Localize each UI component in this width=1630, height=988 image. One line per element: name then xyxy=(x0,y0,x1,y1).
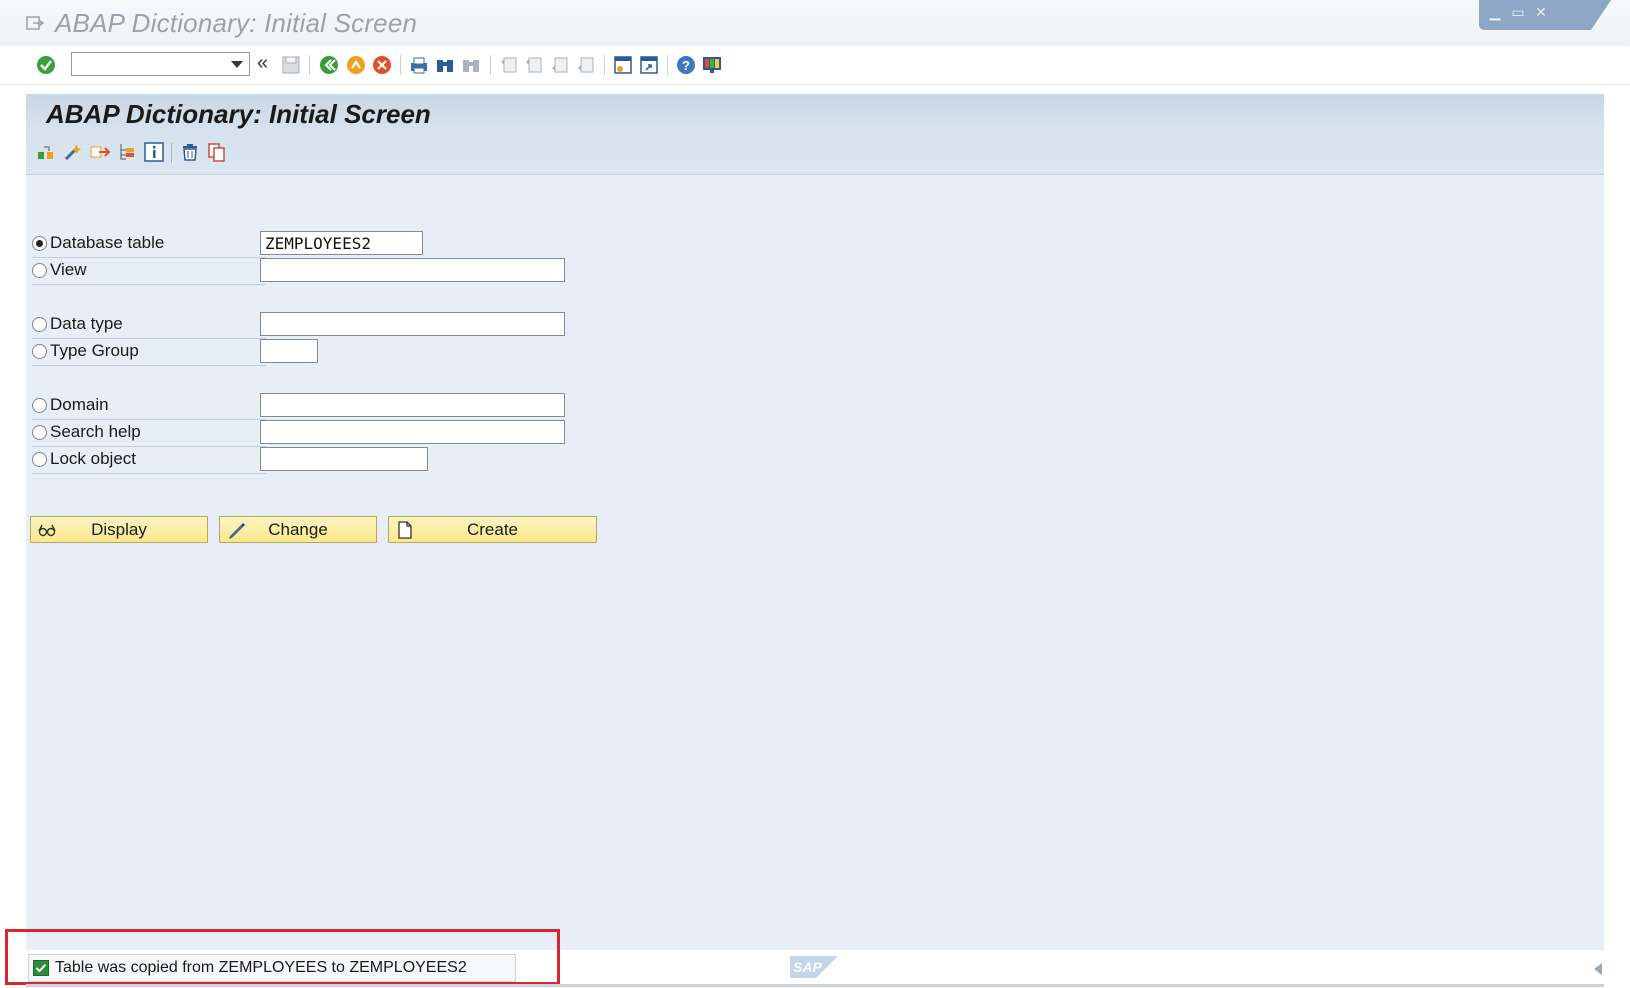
menu-icon[interactable] xyxy=(26,14,44,32)
create-button-label: Create xyxy=(466,520,519,539)
label-search-help: Search help xyxy=(50,422,141,441)
cancel-icon[interactable] xyxy=(371,54,393,76)
change-button[interactable]: Change xyxy=(219,516,377,543)
type-group-input[interactable] xyxy=(260,339,318,363)
display-button[interactable]: Display xyxy=(30,516,208,543)
create-session-icon[interactable] xyxy=(612,54,634,76)
radio-row-domain[interactable]: Domain xyxy=(32,392,266,420)
find-icon[interactable] xyxy=(434,54,456,76)
delete-icon[interactable] xyxy=(179,141,201,163)
highlight-annotation xyxy=(5,929,560,985)
change-button-label: Change xyxy=(268,520,328,539)
toolbar-separator xyxy=(400,55,401,75)
toolbar-separator xyxy=(604,55,605,75)
radio-lock-object[interactable] xyxy=(32,452,47,467)
information-icon[interactable] xyxy=(143,141,165,163)
minimize-icon[interactable]: ▁ xyxy=(1485,3,1505,21)
last-page-icon[interactable] xyxy=(575,54,597,76)
label-view: View xyxy=(50,260,87,279)
shortcut-icon[interactable] xyxy=(638,54,660,76)
history-collapse-icon[interactable]: « xyxy=(257,52,268,75)
radio-row-database-table[interactable]: Database table xyxy=(32,230,266,258)
standard-toolbar: « ? xyxy=(0,46,1630,85)
first-page-icon[interactable] xyxy=(498,54,520,76)
exit-icon[interactable] xyxy=(345,54,367,76)
radio-data-type[interactable] xyxy=(32,317,47,332)
radio-domain[interactable] xyxy=(32,398,47,413)
radio-database-table[interactable] xyxy=(32,236,47,251)
where-used-icon[interactable] xyxy=(116,141,138,163)
lock-object-input[interactable] xyxy=(260,447,428,471)
radio-row-search-help[interactable]: Search help xyxy=(32,419,266,447)
radio-row-type-group[interactable]: Type Group xyxy=(32,338,266,366)
next-page-icon[interactable] xyxy=(549,54,571,76)
label-data-type: Data type xyxy=(50,314,123,333)
create-button[interactable]: Create xyxy=(388,516,597,543)
maximize-icon[interactable]: ▭ xyxy=(1508,3,1528,21)
find-next-icon[interactable] xyxy=(460,54,482,76)
page-title: ABAP Dictionary: Initial Screen xyxy=(46,99,431,129)
enter-icon[interactable] xyxy=(35,54,57,76)
window-controls: ▁ ▭ ✕ xyxy=(1479,0,1629,30)
bottom-border xyxy=(26,984,1604,987)
toolbar-separator xyxy=(490,55,491,75)
check-icon[interactable] xyxy=(62,141,84,163)
domain-input[interactable] xyxy=(260,393,565,417)
search-help-input[interactable] xyxy=(260,420,565,444)
radio-row-data-type[interactable]: Data type xyxy=(32,311,266,339)
radio-row-view[interactable]: View xyxy=(32,257,266,285)
label-database-table: Database table xyxy=(50,233,165,252)
window-title: ABAP Dictionary: Initial Screen xyxy=(55,8,418,38)
command-field[interactable] xyxy=(71,52,250,76)
view-input[interactable] xyxy=(260,258,565,282)
radio-search-help[interactable] xyxy=(32,425,47,440)
toolbar-separator xyxy=(171,143,172,163)
back-icon[interactable] xyxy=(318,54,340,76)
toolbar-separator xyxy=(667,55,668,75)
close-icon[interactable]: ✕ xyxy=(1531,3,1551,21)
radio-row-lock-object[interactable]: Lock object xyxy=(32,446,266,474)
previous-page-icon[interactable] xyxy=(523,54,545,76)
collapse-status-icon[interactable] xyxy=(1592,962,1604,976)
svg-text:SAP: SAP xyxy=(793,959,822,975)
label-type-group: Type Group xyxy=(50,341,139,360)
save-icon[interactable] xyxy=(280,54,302,76)
data-type-input[interactable] xyxy=(260,312,565,336)
sap-logo: SAP xyxy=(790,956,838,978)
display-button-label: Display xyxy=(91,520,147,539)
activate-icon[interactable] xyxy=(89,141,111,163)
svg-text:?: ? xyxy=(682,58,690,73)
window-title-bar: ABAP Dictionary: Initial Screen ▁ ▭ ✕ xyxy=(0,0,1630,47)
copy-icon[interactable] xyxy=(206,141,228,163)
radio-type-group[interactable] xyxy=(32,344,47,359)
database-table-input[interactable]: ZEMPLOYEES2 xyxy=(260,231,423,255)
customize-layout-icon[interactable] xyxy=(701,54,723,76)
label-lock-object: Lock object xyxy=(50,449,136,468)
radio-view[interactable] xyxy=(32,263,47,278)
other-object-icon[interactable] xyxy=(35,141,57,163)
help-icon[interactable]: ? xyxy=(675,54,697,76)
toolbar-separator xyxy=(309,55,310,75)
label-domain: Domain xyxy=(50,395,109,414)
chevron-down-icon[interactable] xyxy=(231,61,243,68)
print-icon[interactable] xyxy=(408,54,430,76)
screen-header: ABAP Dictionary: Initial Screen xyxy=(26,94,1604,175)
